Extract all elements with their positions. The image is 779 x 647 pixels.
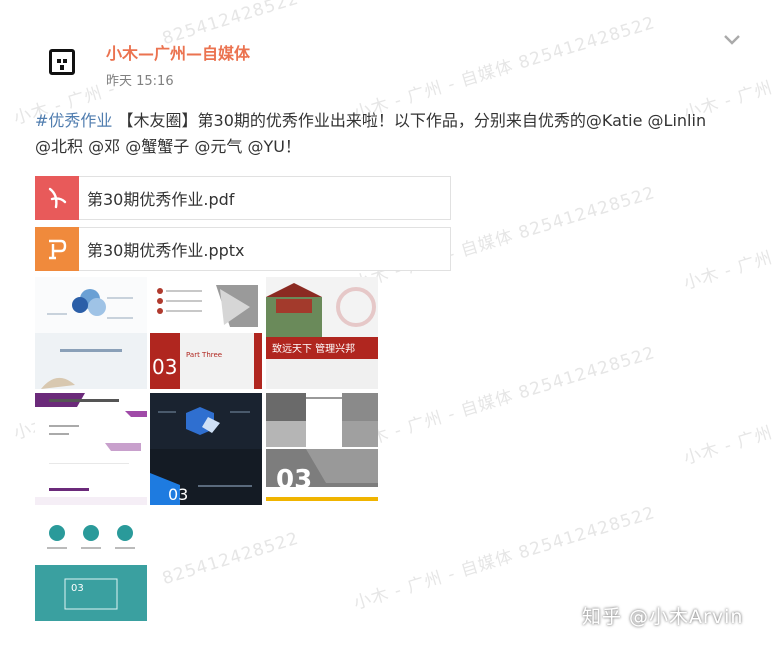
mention-link[interactable]: @Katie: [586, 111, 643, 130]
slide-number: 03: [168, 485, 189, 504]
pptx-icon: [35, 227, 79, 271]
topic-link[interactable]: #优秀作业: [35, 111, 112, 130]
file-name: 第30期优秀作业.pdf: [87, 190, 235, 209]
mention-link[interactable]: @Linlin: [648, 111, 707, 130]
watermark: 小木 - 广州 -: [681, 243, 779, 294]
post-time[interactable]: 昨天 15:16: [106, 70, 174, 89]
slide-number: 03: [71, 583, 84, 594]
image-thumbnail[interactable]: 03: [266, 393, 378, 505]
image-thumbnail[interactable]: [35, 393, 147, 505]
pdf-icon: [35, 176, 79, 220]
watermark: 小木 - 广州 - 自媒体 825412428522: [351, 502, 658, 614]
watermark: 小木 - 广州 -: [681, 418, 779, 469]
post-end: ！: [284, 137, 301, 156]
image-thumbnail[interactable]: [35, 277, 147, 389]
watermark: 小木 - 广州 - 自媒体 825412428522: [351, 12, 658, 124]
watermark: 825412428522: [160, 528, 302, 590]
image-thumbnail[interactable]: 03 Part Three: [150, 277, 262, 389]
mention-link[interactable]: @YU: [247, 137, 284, 156]
chevron-down-icon[interactable]: [722, 30, 742, 50]
mention-link[interactable]: @邓: [88, 137, 120, 156]
slide-part-label: Part Three: [186, 351, 223, 359]
slide-banner-text: 致远天下 管理兴邦: [272, 344, 356, 355]
zhihu-watermark: 知乎 @小木Arvin: [582, 606, 744, 628]
post-body: 【木友圈】第30期的优秀作业出来啦！以下作品，分别来自优秀的: [112, 111, 586, 130]
file-name: 第30期优秀作业.pptx: [87, 241, 245, 260]
avatar-logo-icon: [49, 49, 75, 75]
mention-link[interactable]: @元气: [194, 137, 242, 156]
image-thumbnail[interactable]: 03: [150, 393, 262, 505]
mention-link[interactable]: @北积: [35, 137, 83, 156]
slide-number: 03: [276, 465, 313, 495]
avatar[interactable]: [40, 40, 84, 84]
image-thumbnail[interactable]: 03: [35, 509, 147, 621]
mention-link[interactable]: @蟹蟹子: [125, 137, 189, 156]
file-attachment-pdf[interactable]: 第30期优秀作业.pdf: [35, 176, 451, 220]
author-name[interactable]: 小木—广州—自媒体: [106, 40, 250, 64]
watermark: 小木 - 广州 - 自媒体 825412428522: [351, 342, 658, 454]
post-text: #优秀作业 【木友圈】第30期的优秀作业出来啦！以下作品，分别来自优秀的@Kat…: [35, 108, 725, 160]
slide-number: 03: [152, 355, 178, 379]
image-thumbnail[interactable]: 致远天下 管理兴邦: [266, 277, 378, 389]
file-attachment-pptx[interactable]: 第30期优秀作业.pptx: [35, 227, 451, 271]
